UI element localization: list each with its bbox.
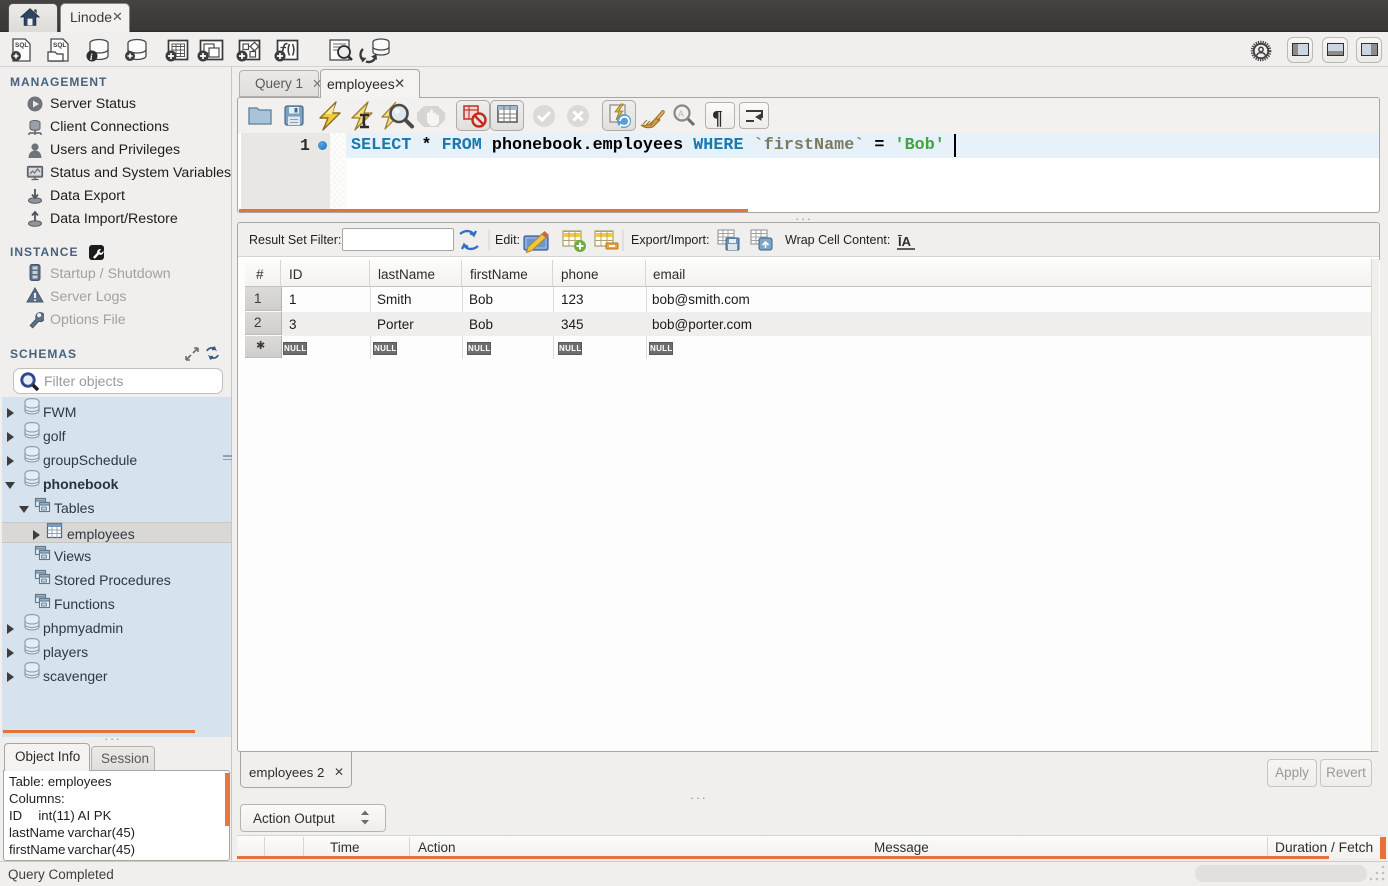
svg-text:SQL: SQL (15, 42, 28, 49)
svg-text:SQL: SQL (53, 42, 66, 49)
svg-text:A: A (678, 109, 684, 119)
svg-text:ĪA: ĪA (897, 234, 912, 249)
svg-text:¶: ¶ (712, 107, 723, 129)
